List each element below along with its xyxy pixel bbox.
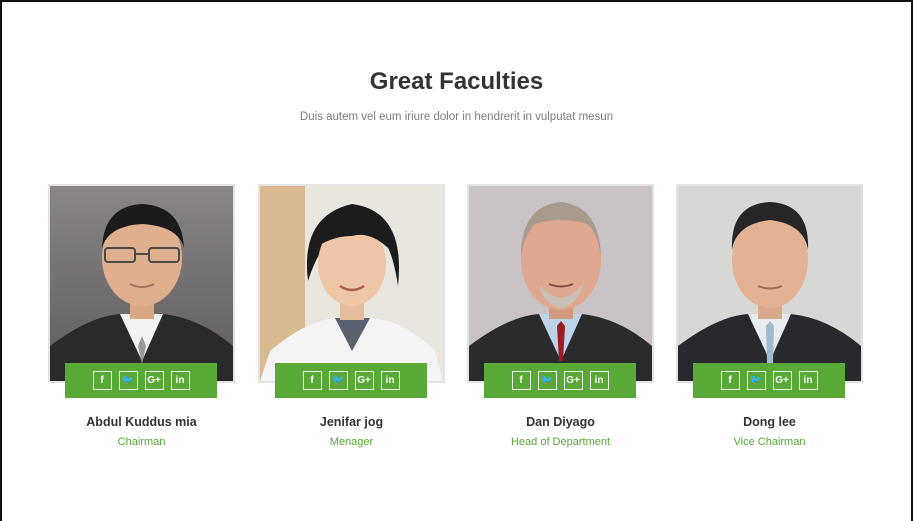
linkedin-icon[interactable]: in [170,371,190,390]
linkedin-icon[interactable]: in [380,371,400,390]
faculty-photo [467,184,654,383]
facebook-icon[interactable]: f [720,371,740,390]
faculty-name: Jenifar jog [319,415,384,429]
twitter-icon[interactable]: 🐦 [537,371,557,390]
section-subtitle: Duis autem vel eum iriure dolor in hendr… [299,111,614,123]
faculty-role: Head of Department [510,436,611,448]
faculty-name: Abdul Kuddus mia [86,415,197,429]
google-plus-icon[interactable]: G+ [563,371,583,390]
google-plus-icon[interactable]: G+ [144,371,164,390]
social-links: f 🐦 G+ in [275,363,427,398]
faculty-name: Dong lee [743,415,796,429]
linkedin-icon[interactable]: in [798,371,818,390]
faculty-photo [258,184,445,383]
faculty-photo [48,184,235,383]
facebook-icon[interactable]: f [92,371,112,390]
faculty-photo [676,184,863,383]
facebook-icon[interactable]: f [511,371,531,390]
twitter-icon[interactable]: 🐦 [118,371,138,390]
section-title: Great Faculties [369,68,544,95]
google-plus-icon[interactable]: G+ [772,371,792,390]
faculty-name: Dan Diyago [526,415,595,429]
facebook-icon[interactable]: f [302,371,322,390]
faculty-role: Menager [329,436,374,448]
twitter-icon[interactable]: 🐦 [328,371,348,390]
faculty-role: Vice Chairman [733,436,806,448]
linkedin-icon[interactable]: in [589,371,609,390]
social-links: f 🐦 G+ in [65,363,217,398]
twitter-icon[interactable]: 🐦 [746,371,766,390]
google-plus-icon[interactable]: G+ [354,371,374,390]
faculty-role: Chairman [117,436,166,448]
social-links: f 🐦 G+ in [693,363,845,398]
social-links: f 🐦 G+ in [484,363,636,398]
